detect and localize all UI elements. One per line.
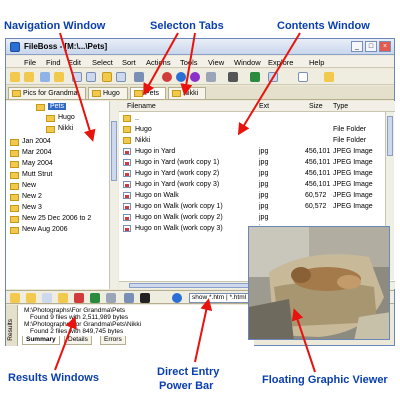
arrow-contents — [237, 32, 301, 136]
arrow-tabs-left — [143, 32, 179, 96]
arrow-floating-viewer — [291, 308, 316, 373]
arrow-navigation — [59, 32, 96, 142]
arrow-results — [54, 316, 77, 371]
callout-arrows — [54, 32, 316, 373]
arrow-tabs-right — [180, 32, 196, 96]
arrow-direct-entry — [194, 298, 213, 363]
